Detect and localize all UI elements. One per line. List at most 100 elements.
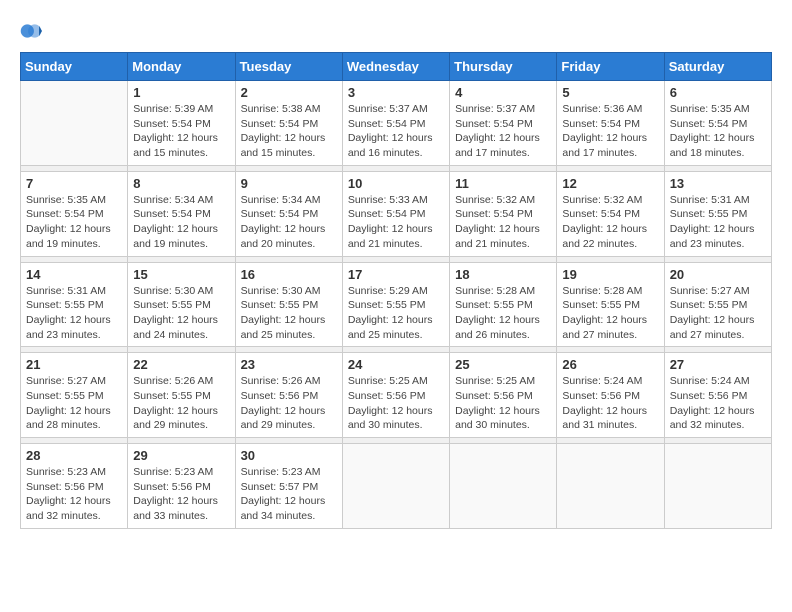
calendar-cell: 20 Sunrise: 5:27 AMSunset: 5:55 PMDayligh… <box>664 262 771 347</box>
day-number: 8 <box>133 176 229 191</box>
calendar-cell: 24Sunrise: 5:25 AMSunset: 5:56 PMDayligh… <box>342 353 449 438</box>
day-info: Sunrise: 5:34 AMSunset: 5:54 PMDaylight:… <box>133 193 229 252</box>
calendar-cell <box>664 444 771 529</box>
calendar-cell: 11 Sunrise: 5:32 AMSunset: 5:54 PMDayligh… <box>450 171 557 256</box>
day-info: Sunrise: 5:33 AMSunset: 5:54 PMDaylight:… <box>348 193 444 252</box>
day-number: 12 <box>562 176 658 191</box>
day-number: 7 <box>26 176 122 191</box>
day-info: Sunrise: 5:31 AMSunset: 5:55 PMDaylight:… <box>26 284 122 343</box>
calendar-week-row: 7 Sunrise: 5:35 AMSunset: 5:54 PMDaylight… <box>21 171 772 256</box>
header <box>20 20 772 42</box>
day-info: Sunrise: 5:32 AMSunset: 5:54 PMDaylight:… <box>455 193 551 252</box>
calendar-cell <box>450 444 557 529</box>
calendar-cell: 14 Sunrise: 5:31 AMSunset: 5:55 PMDayligh… <box>21 262 128 347</box>
day-number: 6 <box>670 85 766 100</box>
day-number: 20 <box>670 267 766 282</box>
day-number: 2 <box>241 85 337 100</box>
calendar-cell <box>21 81 128 166</box>
day-number: 18 <box>455 267 551 282</box>
day-number: 4 <box>455 85 551 100</box>
day-number: 3 <box>348 85 444 100</box>
day-info: Sunrise: 5:26 AMSunset: 5:56 PMDaylight:… <box>241 374 337 433</box>
day-number: 10 <box>348 176 444 191</box>
calendar-week-row: 21 Sunrise: 5:27 AMSunset: 5:55 PMDayligh… <box>21 353 772 438</box>
day-info: Sunrise: 5:28 AMSunset: 5:55 PMDaylight:… <box>562 284 658 343</box>
calendar-week-row: 28 Sunrise: 5:23 AMSunset: 5:56 PMDayligh… <box>21 444 772 529</box>
day-info: Sunrise: 5:26 AMSunset: 5:55 PMDaylight:… <box>133 374 229 433</box>
day-number: 22 <box>133 357 229 372</box>
calendar-week-row: 14 Sunrise: 5:31 AMSunset: 5:55 PMDayligh… <box>21 262 772 347</box>
calendar-cell: 29Sunrise: 5:23 AMSunset: 5:56 PMDayligh… <box>128 444 235 529</box>
calendar-cell: 15 Sunrise: 5:30 AMSunset: 5:55 PMDayligh… <box>128 262 235 347</box>
calendar-cell: 16 Sunrise: 5:30 AMSunset: 5:55 PMDayligh… <box>235 262 342 347</box>
calendar-cell: 13 Sunrise: 5:31 AMSunset: 5:55 PMDayligh… <box>664 171 771 256</box>
day-info: Sunrise: 5:30 AMSunset: 5:55 PMDaylight:… <box>241 284 337 343</box>
day-info: Sunrise: 5:39 AMSunset: 5:54 PMDaylight:… <box>133 102 229 161</box>
calendar-cell: 25 Sunrise: 5:25 AMSunset: 5:56 PMDayligh… <box>450 353 557 438</box>
calendar-cell: 21 Sunrise: 5:27 AMSunset: 5:55 PMDayligh… <box>21 353 128 438</box>
day-info: Sunrise: 5:29 AMSunset: 5:55 PMDaylight:… <box>348 284 444 343</box>
day-number: 11 <box>455 176 551 191</box>
calendar-table: SundayMondayTuesdayWednesdayThursdayFrid… <box>20 52 772 529</box>
calendar-cell: 23 Sunrise: 5:26 AMSunset: 5:56 PMDayligh… <box>235 353 342 438</box>
weekday-header: Saturday <box>664 53 771 81</box>
day-info: Sunrise: 5:37 AMSunset: 5:54 PMDaylight:… <box>455 102 551 161</box>
calendar-cell: 8 Sunrise: 5:34 AMSunset: 5:54 PMDaylight… <box>128 171 235 256</box>
calendar-cell: 6Sunrise: 5:35 AMSunset: 5:54 PMDaylight… <box>664 81 771 166</box>
day-info: Sunrise: 5:35 AMSunset: 5:54 PMDaylight:… <box>26 193 122 252</box>
day-info: Sunrise: 5:28 AMSunset: 5:55 PMDaylight:… <box>455 284 551 343</box>
day-number: 26 <box>562 357 658 372</box>
day-info: Sunrise: 5:27 AMSunset: 5:55 PMDaylight:… <box>670 284 766 343</box>
page-container: SundayMondayTuesdayWednesdayThursdayFrid… <box>20 20 772 529</box>
calendar-cell: 17 Sunrise: 5:29 AMSunset: 5:55 PMDayligh… <box>342 262 449 347</box>
calendar-cell <box>342 444 449 529</box>
day-number: 1 <box>133 85 229 100</box>
day-info: Sunrise: 5:36 AMSunset: 5:54 PMDaylight:… <box>562 102 658 161</box>
day-number: 21 <box>26 357 122 372</box>
day-number: 5 <box>562 85 658 100</box>
day-number: 29 <box>133 448 229 463</box>
day-info: Sunrise: 5:23 AMSunset: 5:56 PMDaylight:… <box>26 465 122 524</box>
calendar-cell: 4 Sunrise: 5:37 AMSunset: 5:54 PMDaylight… <box>450 81 557 166</box>
day-number: 23 <box>241 357 337 372</box>
logo-icon <box>20 20 42 42</box>
day-info: Sunrise: 5:38 AMSunset: 5:54 PMDaylight:… <box>241 102 337 161</box>
day-number: 14 <box>26 267 122 282</box>
day-info: Sunrise: 5:24 AMSunset: 5:56 PMDaylight:… <box>670 374 766 433</box>
weekday-header: Thursday <box>450 53 557 81</box>
day-info: Sunrise: 5:23 AMSunset: 5:57 PMDaylight:… <box>241 465 337 524</box>
calendar-cell: 28 Sunrise: 5:23 AMSunset: 5:56 PMDayligh… <box>21 444 128 529</box>
day-info: Sunrise: 5:30 AMSunset: 5:55 PMDaylight:… <box>133 284 229 343</box>
logo <box>20 20 46 42</box>
weekday-header: Friday <box>557 53 664 81</box>
weekday-header: Tuesday <box>235 53 342 81</box>
day-number: 9 <box>241 176 337 191</box>
day-info: Sunrise: 5:31 AMSunset: 5:55 PMDaylight:… <box>670 193 766 252</box>
calendar-cell: 5 Sunrise: 5:36 AMSunset: 5:54 PMDaylight… <box>557 81 664 166</box>
day-number: 17 <box>348 267 444 282</box>
calendar-cell: 18 Sunrise: 5:28 AMSunset: 5:55 PMDayligh… <box>450 262 557 347</box>
weekday-header: Monday <box>128 53 235 81</box>
calendar-cell: 26Sunrise: 5:24 AMSunset: 5:56 PMDayligh… <box>557 353 664 438</box>
day-info: Sunrise: 5:25 AMSunset: 5:56 PMDaylight:… <box>455 374 551 433</box>
calendar-header-row: SundayMondayTuesdayWednesdayThursdayFrid… <box>21 53 772 81</box>
day-number: 16 <box>241 267 337 282</box>
day-number: 28 <box>26 448 122 463</box>
calendar-cell: 12Sunrise: 5:32 AMSunset: 5:54 PMDayligh… <box>557 171 664 256</box>
calendar-cell: 27Sunrise: 5:24 AMSunset: 5:56 PMDayligh… <box>664 353 771 438</box>
day-number: 19 <box>562 267 658 282</box>
calendar-cell: 9 Sunrise: 5:34 AMSunset: 5:54 PMDaylight… <box>235 171 342 256</box>
day-info: Sunrise: 5:27 AMSunset: 5:55 PMDaylight:… <box>26 374 122 433</box>
day-number: 24 <box>348 357 444 372</box>
day-number: 15 <box>133 267 229 282</box>
calendar-cell: 10 Sunrise: 5:33 AMSunset: 5:54 PMDayligh… <box>342 171 449 256</box>
calendar-cell: 30Sunrise: 5:23 AMSunset: 5:57 PMDayligh… <box>235 444 342 529</box>
day-number: 13 <box>670 176 766 191</box>
calendar-cell: 7 Sunrise: 5:35 AMSunset: 5:54 PMDaylight… <box>21 171 128 256</box>
calendar-cell <box>557 444 664 529</box>
weekday-header: Sunday <box>21 53 128 81</box>
day-info: Sunrise: 5:34 AMSunset: 5:54 PMDaylight:… <box>241 193 337 252</box>
calendar-cell: 19 Sunrise: 5:28 AMSunset: 5:55 PMDayligh… <box>557 262 664 347</box>
day-number: 25 <box>455 357 551 372</box>
calendar-cell: 2 Sunrise: 5:38 AMSunset: 5:54 PMDaylight… <box>235 81 342 166</box>
